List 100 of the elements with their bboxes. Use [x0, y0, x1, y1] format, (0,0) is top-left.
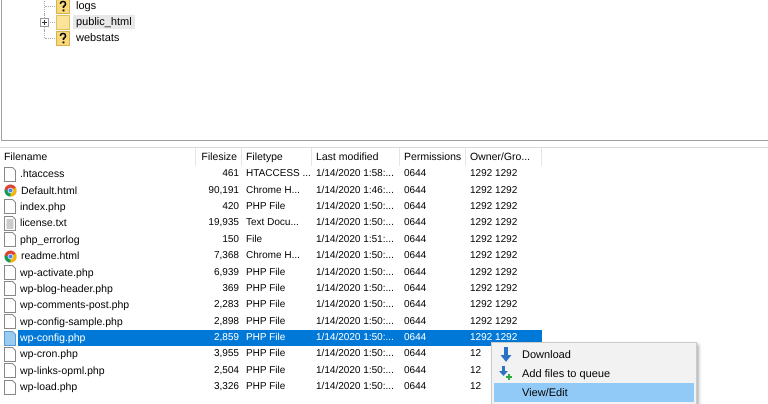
column-header[interactable]: Filesize: [196, 148, 242, 166]
table-cell-text: 1292 1292: [469, 266, 518, 280]
table-cell-text: 150: [221, 232, 240, 247]
table-cell-text: 0644: [403, 364, 428, 378]
table-cell-text: 0644: [403, 314, 428, 329]
table-cell-text: Chrome H...: [245, 249, 301, 264]
file-icon: [4, 232, 16, 248]
table-cell-text: 0644: [403, 216, 428, 230]
table-cell-text: 1/14/2020 1:50:...: [315, 266, 395, 280]
table-cell-text: HTACCESS ...: [245, 167, 312, 182]
column-header[interactable]: Owner/Gro...: [466, 148, 542, 166]
file-icon: [4, 166, 16, 182]
table-cell: 1/14/2020 1:50:...: [312, 330, 400, 346]
file-name[interactable]: wp-activate.php: [18, 264, 196, 281]
table-cell-text: PHP File: [245, 200, 286, 214]
column-header[interactable]: Filename: [0, 148, 196, 166]
table-cell-text: 0644: [403, 347, 428, 362]
table-cell-text: 1292 1292: [469, 282, 518, 296]
file-icon: [4, 298, 16, 313]
file-icon: [4, 199, 16, 214]
file-name[interactable]: wp-links-opml.php: [18, 362, 196, 379]
menu-item[interactable]: Download: [494, 345, 694, 364]
add-to-queue-icon: [498, 366, 514, 382]
file-icon: [4, 380, 16, 395]
table-cell-text: 0644: [403, 249, 428, 264]
table-cell-text: 12: [469, 364, 482, 378]
table-cell-text: 1/14/2020 1:58:...: [315, 167, 395, 182]
table-cell-text: 0644: [403, 380, 428, 394]
tree-item[interactable]: public_html: [73, 15, 135, 29]
file-icon: [4, 330, 16, 346]
menu-item[interactable]: View/Edit: [494, 383, 694, 402]
file-name[interactable]: .htaccess: [18, 166, 196, 182]
table-cell-text: PHP File: [245, 282, 286, 296]
table-cell-text: 0644: [403, 167, 428, 182]
table-cell-text: PHP File: [245, 266, 286, 280]
table-cell-text: 0644: [403, 298, 428, 312]
table-cell-text: 12: [469, 380, 482, 394]
folder-icon: [56, 14, 70, 30]
table-cell-text: 1/14/2020 1:51:...: [315, 232, 395, 247]
table-cell-text: 1292 1292: [469, 232, 518, 247]
file-name[interactable]: readme.html: [19, 248, 196, 264]
file-icon: [4, 363, 16, 378]
table-cell-text: Chrome H...: [245, 184, 301, 198]
file-icon: [4, 314, 16, 330]
table-cell-text: 90,191: [207, 184, 240, 198]
table-cell-text: 3,326: [212, 380, 240, 394]
table-cell-text: Text Docu...: [245, 216, 300, 230]
question-icon: [56, 30, 70, 46]
file-name[interactable]: wp-cron.php: [18, 346, 196, 362]
column-header[interactable]: Last modified: [312, 148, 400, 166]
table-cell-text: 1292 1292: [469, 216, 518, 230]
table-cell-text: 1/14/2020 1:50:...: [315, 249, 395, 264]
table-cell-text: File: [245, 232, 264, 247]
table-cell-text: 1/14/2020 1:50:...: [315, 216, 395, 230]
file-name[interactable]: wp-config-sample.php: [18, 314, 196, 330]
table-cell-text: PHP File: [245, 298, 286, 312]
tree-item[interactable]: webstats: [73, 31, 122, 45]
table-cell-text: 0644: [403, 232, 428, 247]
file-name[interactable]: php_errorlog: [18, 232, 196, 248]
table-cell-text: 19,935: [207, 216, 240, 230]
download-arrow-icon: [500, 347, 512, 362]
table-cell-text: 0644: [403, 184, 428, 198]
table-cell-text: 0644: [403, 266, 428, 280]
table-cell-text: 1/14/2020 1:50:...: [315, 298, 395, 312]
table-cell-text: 1292 1292: [469, 184, 518, 198]
table-cell-text: 1/14/2020 1:50:...: [315, 200, 395, 214]
table-cell-text: 1/14/2020 1:46:...: [315, 184, 395, 198]
table-cell-text: 1/14/2020 1:50:...: [315, 282, 395, 296]
table-cell-text: 2,504: [212, 364, 240, 378]
table-cell-text: PHP File: [245, 347, 286, 362]
table-cell-text: 1292 1292: [469, 249, 518, 264]
table-cell-text: 1292 1292: [469, 314, 518, 329]
table-cell-text: 1292 1292: [469, 200, 518, 214]
file-name[interactable]: wp-comments-post.php: [18, 297, 196, 314]
tree-item[interactable]: logs: [73, 0, 100, 13]
table-cell-text: 2,898: [212, 314, 240, 329]
file-name[interactable]: Default.html: [19, 182, 196, 199]
file-name[interactable]: license.txt: [18, 215, 196, 232]
column-header[interactable]: Filetype: [242, 148, 312, 166]
file-icon: [4, 265, 16, 280]
table-cell-text: 461: [221, 167, 240, 182]
table-cell-text: PHP File: [245, 380, 286, 394]
file-name[interactable]: wp-blog-header.php: [18, 280, 196, 297]
question-icon: [56, 0, 70, 14]
table-cell: 0644: [400, 330, 466, 346]
file-name[interactable]: wp-load.php: [18, 379, 196, 396]
table-cell-text: 1292 1292: [469, 298, 518, 312]
chrome-icon: [4, 184, 17, 198]
table-cell: PHP File: [242, 330, 312, 346]
file-name[interactable]: index.php: [18, 198, 196, 215]
file-name[interactable]: wp-config.php: [18, 330, 196, 346]
expand-icon[interactable]: [40, 18, 49, 26]
table-cell-text: 7,368: [212, 249, 240, 264]
file-icon: [4, 281, 16, 296]
menu-item[interactable]: Add files to queue: [494, 364, 694, 383]
table-cell-text: 1/14/2020 1:50:...: [315, 314, 395, 329]
table-cell-text: 1/14/2020 1:50:...: [315, 380, 395, 394]
table-cell-text: 2,283: [212, 298, 240, 312]
column-header[interactable]: Permissions: [400, 148, 466, 166]
text-file-icon: [4, 216, 16, 231]
